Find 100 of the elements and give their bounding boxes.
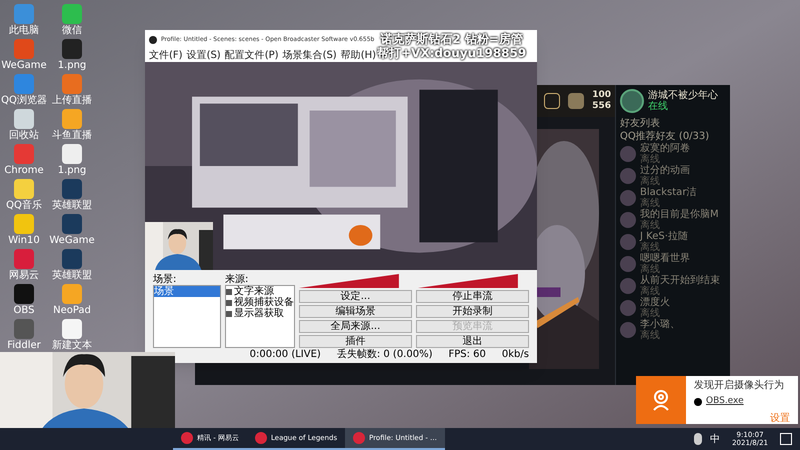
settings-link[interactable]: 设置 (770, 412, 790, 424)
app-icon (181, 432, 193, 444)
checkbox[interactable] (226, 300, 232, 306)
username: 游城不被少年心 (648, 90, 718, 101)
scene-item[interactable]: 场景 (154, 286, 220, 298)
app-icon (14, 74, 34, 94)
friend-status: 离线 (640, 330, 661, 341)
ime-indicator[interactable]: 中 (710, 432, 720, 446)
friend-status: 离线 (640, 264, 661, 275)
friend-status: 离线 (640, 176, 661, 187)
app-icon (62, 74, 82, 94)
icon-label[interactable]: Win10 (8, 235, 40, 246)
app-icon (62, 39, 82, 59)
friend-status: 离线 (640, 154, 661, 165)
avatar (620, 89, 644, 113)
friend-name[interactable]: Blackstar洁 (640, 187, 696, 198)
friend-avatar (620, 234, 636, 250)
status-text: 0:00:00 (LIVE) (250, 349, 321, 360)
stream-overlay-text: 帮打+VX:douyu198859 (377, 46, 526, 60)
icon-label[interactable]: 1.png (58, 165, 86, 176)
icon-label[interactable]: Fiddler (7, 340, 41, 351)
app-icon (62, 144, 82, 164)
status-text: 0kb/s (502, 349, 529, 360)
group-header[interactable]: QQ推荐好友 (0/33) (616, 130, 730, 143)
friend-name[interactable]: 从前天开始到结束 (640, 275, 720, 286)
currency-amount: 100 (592, 90, 611, 101)
icon-label[interactable]: 微信 (62, 25, 82, 36)
icon-label[interactable]: 回收站 (9, 130, 39, 141)
app-icon (62, 179, 82, 199)
friend-avatar (620, 300, 636, 316)
icon-label[interactable]: 斗鱼直播 (52, 130, 92, 141)
obs-button[interactable]: 设定... (299, 290, 412, 304)
friend-name[interactable]: 我的目前是你脑M (640, 209, 719, 220)
friend-status: 离线 (640, 198, 661, 209)
currency-amount: 556 (592, 101, 611, 112)
friend-avatar (620, 168, 636, 184)
obs-button[interactable]: 全局来源... (299, 320, 412, 334)
app-icon (62, 284, 82, 304)
notification-title: 发现开启摄像头行为 (694, 380, 785, 391)
store-icon[interactable] (568, 93, 584, 109)
app-icon (62, 249, 82, 269)
obs-button[interactable]: 退出 (416, 335, 529, 348)
icon-label[interactable]: NeoPad (53, 305, 91, 316)
app-icon (14, 249, 34, 269)
icon-label[interactable]: 此电脑 (9, 25, 39, 36)
menu-item[interactable]: 帮助(H) (340, 50, 376, 62)
app-icon (353, 432, 366, 444)
app-icon (14, 4, 34, 24)
status-text: 丢失帧数: 0 (0.00%) (336, 349, 432, 360)
friend-avatar (620, 190, 636, 206)
source-item[interactable]: 文字来源 (234, 286, 274, 298)
friend-name[interactable]: 漂度火 (640, 297, 670, 308)
friend-name[interactable]: 李小璐、 (640, 319, 680, 330)
icon-label[interactable]: WeGame (49, 235, 95, 246)
app-icon (14, 109, 34, 129)
checkbox[interactable] (226, 310, 232, 317)
icon-label[interactable]: WeGame (1, 60, 47, 71)
menu-item[interactable]: 场景集合(S) (282, 50, 337, 62)
app-icon (14, 39, 34, 59)
obs-button[interactable]: 插件 (299, 335, 412, 348)
menu-item[interactable]: 文件(F) (149, 50, 183, 62)
friend-status: 离线 (640, 242, 660, 253)
friend-name[interactable]: J KeS·拉随 (640, 231, 688, 242)
icon-label[interactable]: QQ浏览器 (1, 95, 47, 106)
friend-avatar (620, 146, 636, 162)
checkbox[interactable] (226, 288, 232, 295)
icon-label[interactable]: QQ音乐 (6, 200, 42, 211)
friend-name[interactable]: 过分的动画 (640, 165, 690, 176)
obs-button[interactable]: 停止串流 (416, 290, 529, 304)
section-label: 场景: (153, 274, 178, 286)
app-icon (254, 432, 267, 444)
app-icon (62, 319, 82, 339)
friend-avatar (620, 278, 636, 294)
icon-label[interactable]: 英雄联盟 (52, 200, 92, 211)
friend-avatar (620, 322, 636, 338)
app-link[interactable]: OBS.exe (706, 395, 744, 408)
icon-label[interactable]: 网易云 (9, 270, 39, 281)
user-status: 在线 (648, 101, 669, 112)
status-text: FPS: 60 (448, 349, 486, 360)
menu-item[interactable]: 设置(S) (186, 50, 221, 62)
section-label: 来源: (225, 274, 250, 286)
obs-button[interactable]: 编辑场景 (299, 305, 412, 318)
friend-name[interactable]: 寂寞的阿卷 (640, 143, 690, 154)
app-icon (62, 109, 82, 129)
app-icon (14, 214, 34, 234)
friend-name[interactable]: 嗯嗯看世界 (640, 253, 690, 264)
icon-label[interactable]: 1.png (58, 60, 86, 71)
icon-label[interactable]: 上传直播 (52, 95, 92, 106)
icon-label[interactable]: 英雄联盟 (52, 270, 92, 281)
obs-button[interactable]: 开始录制 (416, 305, 529, 318)
source-item[interactable]: 显示器获取 (234, 308, 284, 320)
icon-label[interactable]: OBS (14, 305, 34, 316)
icon-label[interactable]: Chrome (4, 165, 44, 176)
app-icon (14, 144, 34, 164)
friend-status: 离线 (640, 286, 660, 297)
app-icon (149, 36, 157, 44)
icon-label[interactable]: 新建文本 (52, 340, 92, 351)
app-icon (62, 4, 82, 24)
menu-item[interactable]: 配置文件(P) (224, 50, 279, 62)
source-item[interactable]: 视频捕获设备 (234, 297, 294, 308)
